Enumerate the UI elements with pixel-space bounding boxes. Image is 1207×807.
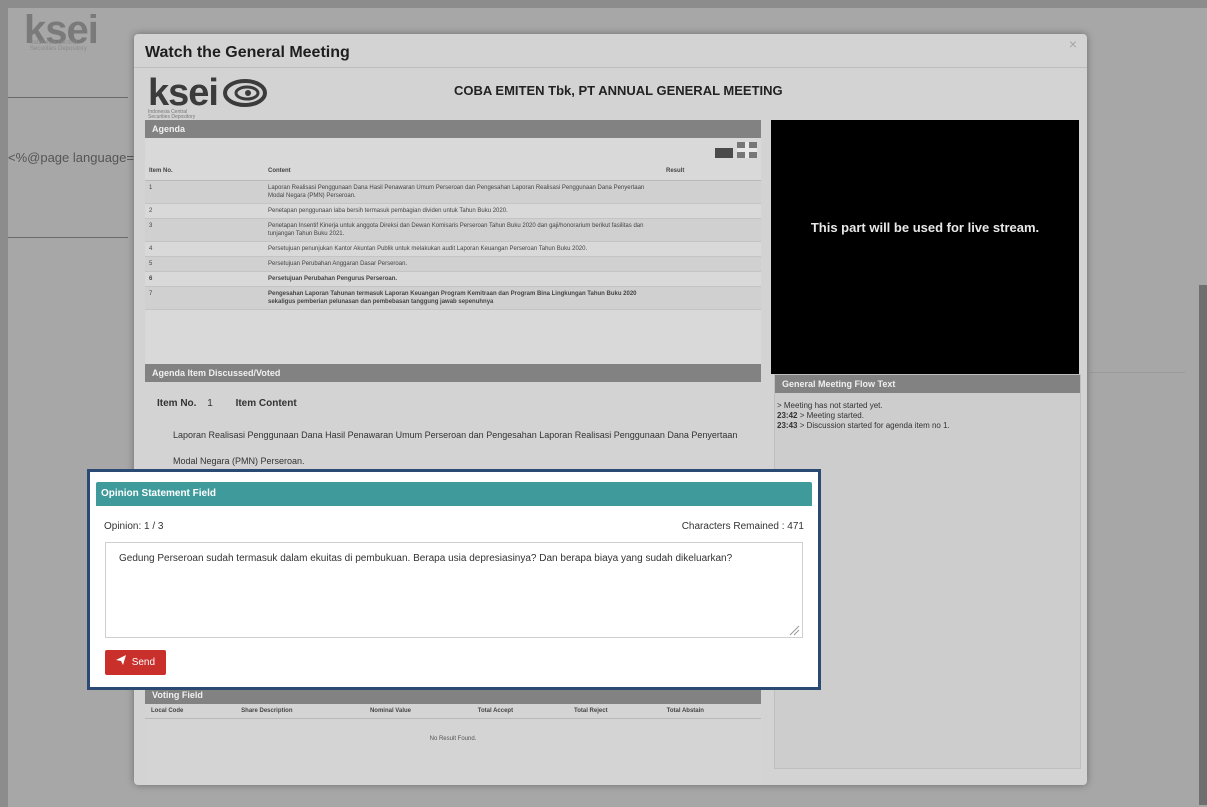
item-result [662, 286, 761, 310]
column-header: Nominal Value [363, 704, 472, 719]
table-row: 4 Persetujuan penunjukan Kantor Akuntan … [145, 241, 761, 257]
column-header: Local Code [145, 704, 236, 719]
item-result [662, 180, 761, 204]
discussed-header: Agenda Item Discussed/Voted [145, 364, 761, 382]
agenda-header: Agenda [145, 120, 761, 138]
live-stream-placeholder: This part will be used for live stream. [810, 220, 1040, 235]
column-header: Total Reject [568, 704, 661, 719]
language-switch [715, 142, 757, 158]
item-no-label: Item No. [157, 398, 197, 409]
column-header: Item No. [145, 162, 264, 181]
live-stream-player[interactable]: This part will be used for live stream. [771, 120, 1079, 374]
opinion-textarea[interactable]: Gedung Perseroan sudah termasuk dalam ek… [105, 542, 803, 638]
item-no: 4 [145, 241, 264, 257]
uk-flag-icon[interactable] [737, 142, 757, 158]
indonesia-flag-icon[interactable] [715, 148, 733, 158]
background-divider [8, 97, 128, 98]
item-content: Persetujuan Perubahan Pengurus Perseroan… [264, 271, 662, 287]
item-result [662, 203, 761, 219]
close-icon[interactable]: × [1069, 36, 1077, 52]
column-header: Content [264, 162, 662, 181]
paper-plane-icon [115, 655, 126, 665]
item-content: Penetapan penggunaan laba bersih termasu… [264, 203, 662, 219]
column-header: Share Description [235, 704, 364, 719]
table-row: 3 Penetapan Insentif Kinerja untuk anggo… [145, 218, 761, 242]
flow-line: 23:43 > Discussion started for agenda it… [777, 421, 950, 430]
flow-text-header: General Meeting Flow Text [775, 375, 1080, 393]
table-row: 5 Persetujuan Perubahan Anggaran Dasar P… [145, 256, 761, 272]
flow-text-log: > Meeting has not started yet. 23:42 > M… [777, 401, 950, 431]
voting-panel: Voting Field Local Code Share Descriptio… [145, 686, 761, 785]
voting-table: Local Code Share Description Nominal Val… [145, 704, 761, 719]
item-content: Penetapan Insentif Kinerja untuk anggota… [264, 218, 662, 242]
item-content: Persetujuan Perubahan Anggaran Dasar Per… [264, 256, 662, 272]
table-row: 1 Laporan Realisasi Penggunaan Dana Hasi… [145, 180, 761, 204]
background-logo-subtitle: Indonesia Central Securities Depository [30, 40, 87, 52]
item-content: Persetujuan penunjukan Kantor Akuntan Pu… [264, 241, 662, 257]
background-scroll-edge [1199, 285, 1207, 805]
flow-line: 23:42 > Meeting started. [777, 411, 864, 420]
meeting-title: COBA EMITEN Tbk, PT ANNUAL GENERAL MEETI… [454, 83, 783, 98]
background-code-text: <%@page language="ja [8, 150, 149, 165]
item-content: Pengesahan Laporan Tahunan termasuk Lapo… [264, 286, 662, 310]
logo-swirl-icon [223, 79, 268, 107]
modal-divider [134, 67, 1087, 68]
item-content: Laporan Realisasi Penggunaan Dana Hasil … [264, 180, 662, 204]
opinion-header: Opinion Statement Field [96, 482, 812, 506]
agenda-panel: Item No. Content Result 1 Laporan Realis… [145, 138, 761, 372]
discussed-item-content: Laporan Realisasi Penggunaan Dana Hasil … [173, 430, 738, 466]
table-row: 2 Penetapan penggunaan laba bersih terma… [145, 203, 761, 219]
background-divider [8, 237, 128, 238]
resize-handle-icon[interactable] [788, 624, 800, 636]
background-rule [1090, 372, 1185, 373]
column-header: Total Accept [471, 704, 568, 719]
column-header: Total Abstain [660, 704, 761, 719]
opinion-meta: Opinion: 1 / 3 Characters Remained : 471 [104, 521, 804, 532]
item-no-value: 1 [207, 398, 213, 409]
item-no: 6 [145, 271, 264, 287]
table-row: 7 Pengesahan Laporan Tahunan termasuk La… [145, 286, 761, 310]
logo-text: ksei [148, 72, 219, 114]
discussed-item-row: Item No. 1 Item Content [157, 398, 305, 409]
item-result [662, 218, 761, 242]
flow-line: > Meeting has not started yet. [777, 401, 883, 410]
opinion-statement-panel: Opinion Statement Field Opinion: 1 / 3 C… [87, 469, 821, 690]
item-no: 7 [145, 286, 264, 310]
send-label: Send [131, 657, 156, 668]
table-row: 6 Persetujuan Perubahan Pengurus Persero… [145, 271, 761, 287]
item-no: 5 [145, 256, 264, 272]
item-result [662, 271, 761, 287]
send-button[interactable]: Send [105, 650, 166, 675]
modal-title: Watch the General Meeting [145, 44, 350, 61]
item-no: 1 [145, 180, 264, 204]
column-header: Result [662, 162, 761, 181]
ksei-logo: ksei Indonesia Central Securities Deposi… [148, 74, 268, 120]
item-result [662, 256, 761, 272]
item-no: 3 [145, 218, 264, 242]
voting-empty-message: No Result Found. [429, 736, 477, 742]
agenda-table: Item No. Content Result 1 Laporan Realis… [145, 162, 761, 310]
characters-remaining: Characters Remained : 471 [681, 521, 804, 532]
item-content-label: Item Content [235, 398, 297, 409]
item-no: 2 [145, 203, 264, 219]
opinion-count: Opinion: 1 / 3 [104, 521, 164, 532]
item-result [662, 241, 761, 257]
